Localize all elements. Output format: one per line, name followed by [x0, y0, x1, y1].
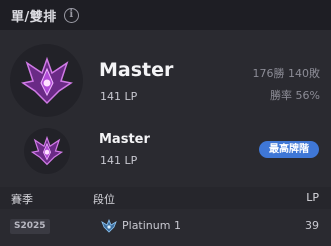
- row-lp-value: 39: [305, 219, 319, 232]
- win-rate: 勝率 56%: [270, 89, 320, 102]
- current-emblem: [10, 44, 83, 117]
- master-emblem-icon: [30, 135, 64, 166]
- peak-lp: 141 LP: [100, 154, 138, 167]
- peak-rank: Master: [99, 132, 150, 147]
- season-history-header: 賽季 段位 LP: [0, 187, 331, 209]
- column-tier: 段位: [93, 193, 115, 206]
- peak-rank-badge: 最高牌階: [259, 141, 319, 158]
- queue-header: 單/雙排 i: [0, 0, 331, 30]
- peak-emblem: [24, 128, 70, 174]
- table-row: S2025 Platinum 1 39: [0, 213, 331, 239]
- column-lp: LP: [306, 191, 319, 204]
- season-badge: S2025: [10, 219, 50, 234]
- row-tier-label: Platinum 1: [122, 219, 181, 232]
- queue-title: 單/雙排: [11, 9, 57, 25]
- platinum-emblem-icon: [101, 219, 117, 233]
- info-icon[interactable]: i: [63, 7, 79, 23]
- master-emblem-icon: [20, 56, 73, 104]
- current-lp: 141 LP: [100, 90, 138, 103]
- current-rank: Master: [99, 59, 174, 81]
- win-loss-record: 176勝 140敗: [252, 67, 321, 80]
- column-season: 賽季: [11, 193, 33, 206]
- rank-panel: Master 141 LP 176勝 140敗 勝率 56% Master 14…: [0, 30, 331, 246]
